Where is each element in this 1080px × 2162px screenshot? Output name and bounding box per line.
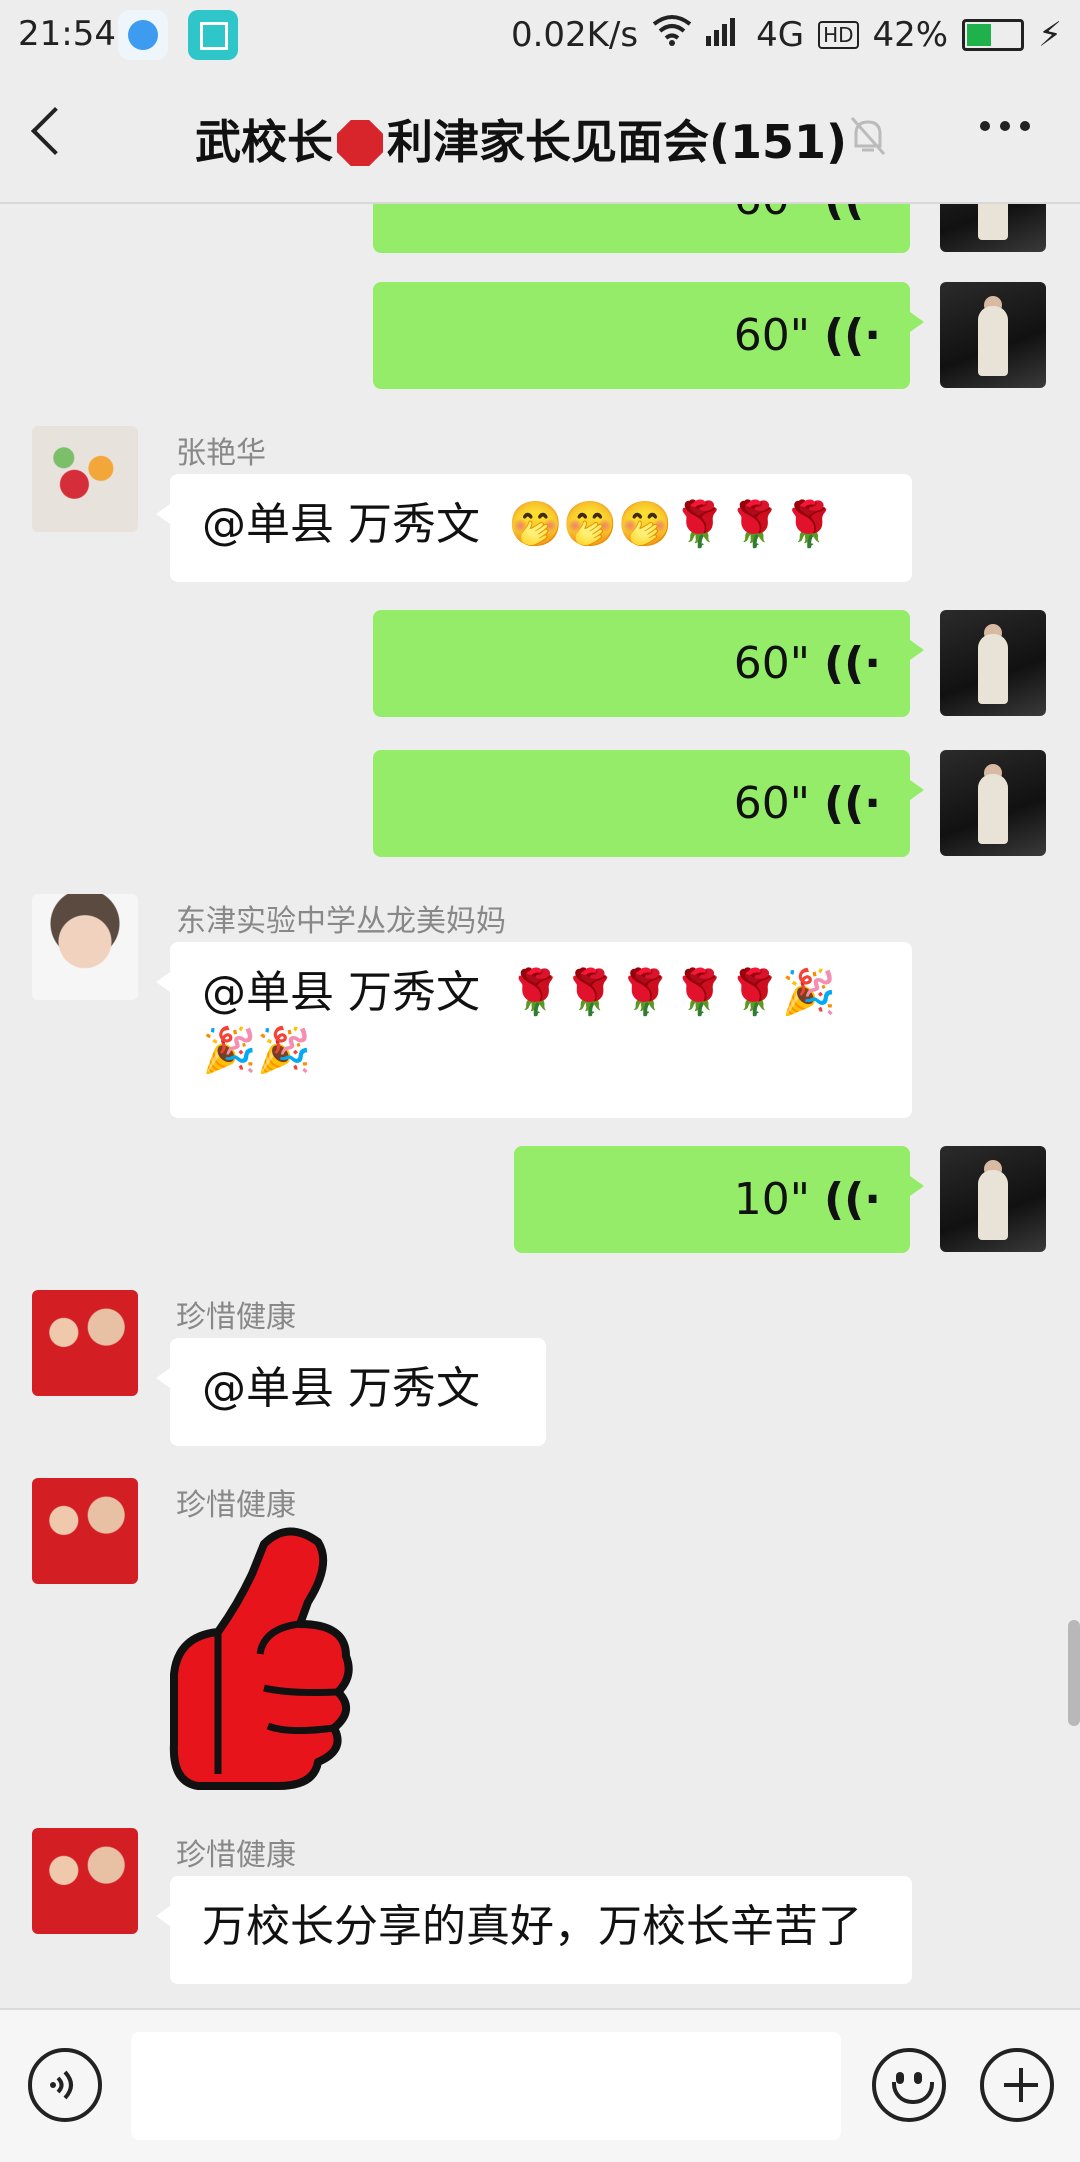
avatar[interactable] <box>940 750 1046 856</box>
message-emoji-line2: 🎉🎉 <box>202 1025 312 1076</box>
chat-header: 武校长 利津家长见面会(151) <box>0 70 1080 204</box>
voice-duration: 60" <box>734 204 810 225</box>
voice-duration: 60" <box>733 310 810 361</box>
voice-wave-icon: ((· <box>824 204 881 253</box>
sender-name: 珍惜健康 <box>176 1300 296 1335</box>
voice-wave-icon: ((· <box>824 1174 881 1225</box>
voice-message-bubble[interactable]: 60" ((· <box>373 750 924 857</box>
input-bar <box>0 2008 1080 2162</box>
sender-name: 珍惜健康 <box>176 1838 296 1873</box>
status-bar: 21:54 0.02K/s 4G HD 42% ⚡ <box>0 0 1080 70</box>
hd-badge: HD <box>818 20 859 49</box>
voice-wave-icon: ((· <box>824 310 881 361</box>
text-message-bubble[interactable]: @单县 万秀文 🌹🌹🌹🌹🌹🎉 🎉🎉 <box>156 942 912 1118</box>
network-speed: 0.02K/s <box>510 14 639 55</box>
charging-icon: ⚡ <box>1038 14 1062 55</box>
voice-wave-icon: ((· <box>824 638 881 689</box>
voice-message-bubble[interactable]: 60" ((· <box>373 282 924 389</box>
sender-name: 张艳华 <box>176 436 266 471</box>
status-indicators: 0.02K/s 4G HD 42% ⚡ <box>511 14 1062 55</box>
message-emoji: 🤭🤭🤭🌹🌹🌹 <box>507 499 837 550</box>
avatar[interactable] <box>32 1478 138 1584</box>
text-message-bubble[interactable]: @单县 万秀文 🤭🤭🤭🌹🌹🌹 <box>156 474 912 582</box>
voice-duration: 10" <box>733 1174 810 1225</box>
plus-icon[interactable] <box>980 2048 1054 2122</box>
text-message-bubble[interactable]: 万校长分享的真好，万校长辛苦了 <box>156 1876 912 1984</box>
voice-message-bubble[interactable]: 60" ((· <box>373 204 910 253</box>
sender-name: 珍惜健康 <box>176 1488 296 1523</box>
avatar[interactable] <box>940 204 1046 252</box>
stop-sign-icon <box>337 120 383 166</box>
avatar[interactable] <box>940 1146 1046 1252</box>
text-message-bubble[interactable]: @单县 万秀文 <box>156 1338 546 1446</box>
voice-wave-icon: ((· <box>824 778 881 829</box>
wifi-icon <box>652 14 692 55</box>
browser-app-icon <box>118 10 168 60</box>
voice-icon[interactable] <box>28 2048 102 2122</box>
avatar[interactable] <box>32 1828 138 1934</box>
status-time: 21:54 <box>18 14 116 54</box>
page-title: 武校长 利津家长见面会(151) <box>195 106 847 172</box>
smile-icon[interactable] <box>872 2048 946 2122</box>
title-part-2: 利津家长见面会(151) <box>387 115 848 169</box>
message-text: @单县 万秀文 <box>202 967 480 1018</box>
message-emoji: 🌹🌹🌹🌹🌹🎉 <box>507 967 837 1018</box>
battery-level-fill <box>967 23 991 46</box>
sender-name: 东津实验中学丛龙美妈妈 <box>176 904 506 939</box>
network-type: 4G <box>756 14 805 55</box>
avatar[interactable] <box>32 1290 138 1396</box>
avatar[interactable] <box>32 894 138 1000</box>
battery-icon <box>962 18 1025 51</box>
chat-message-list[interactable]: 60"((· 60"((· 张艳华 @单县 万秀文 🤭🤭🤭🌹🌹🌹 60"((· … <box>0 204 1080 2008</box>
signal-icon <box>706 15 742 55</box>
avatar[interactable] <box>32 426 138 532</box>
battery-percent: 42% <box>872 14 949 55</box>
avatar[interactable] <box>940 610 1046 716</box>
title-part-1: 武校长 <box>195 115 333 169</box>
message-text: @单县 万秀文 <box>202 499 480 550</box>
message-text: @单县 万秀文 <box>202 1363 480 1414</box>
message-text: 万校长分享的真好，万校长辛苦了 <box>202 1901 862 1952</box>
avatar[interactable] <box>940 282 1046 388</box>
voice-message-bubble[interactable]: 10" ((· <box>514 1146 924 1253</box>
thumbs-up-sticker[interactable] <box>168 1524 356 1790</box>
voice-duration: 60" <box>733 778 810 829</box>
scanner-app-icon <box>188 10 238 60</box>
scrollbar-thumb[interactable] <box>1068 1620 1080 1726</box>
voice-duration: 60" <box>733 638 810 689</box>
message-input[interactable] <box>131 2032 841 2140</box>
bell-off-icon <box>850 116 890 156</box>
more-horizontal-icon[interactable] <box>975 96 1035 170</box>
voice-message-bubble[interactable]: 60" ((· <box>373 610 924 717</box>
chevron-left-icon[interactable] <box>30 106 80 156</box>
